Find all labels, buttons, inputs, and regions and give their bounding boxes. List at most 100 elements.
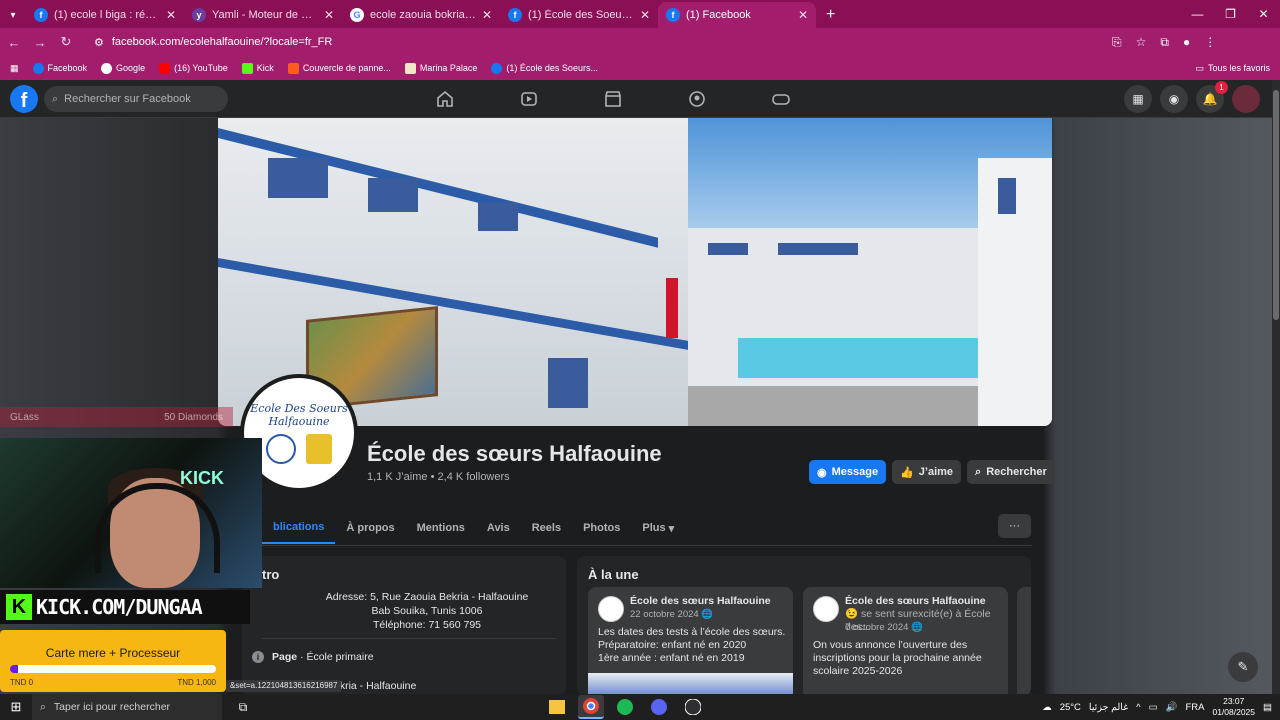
browser-tab[interactable]: G ecole zaouia bokria - Google Se ✕: [342, 2, 500, 28]
close-icon[interactable]: ✕: [640, 8, 650, 22]
messenger-icon[interactable]: ◉: [1160, 85, 1188, 113]
post-date[interactable]: 7 octobre 2024 🌐: [845, 622, 923, 633]
windows-start-icon[interactable]: ⊞: [0, 694, 32, 720]
goal-max: TND 1,000: [177, 678, 216, 687]
intro-location[interactable]: ekria - Halfaouine: [334, 680, 416, 692]
close-icon[interactable]: ✕: [482, 8, 492, 22]
facebook-logo-icon[interactable]: f: [10, 85, 38, 113]
goal-progress-fill: [10, 665, 19, 673]
tab-mentions[interactable]: Mentions: [406, 512, 476, 544]
home-icon[interactable]: [430, 86, 460, 112]
obs-icon[interactable]: [680, 695, 706, 719]
tab-reels[interactable]: Reels: [521, 512, 572, 544]
bookmark-item[interactable]: Couvercle de panne...: [287, 62, 391, 74]
tab-reviews[interactable]: Avis: [476, 512, 521, 544]
close-icon[interactable]: ✕: [798, 8, 808, 22]
profile-icon[interactable]: ●: [1183, 35, 1190, 50]
featured-post[interactable]: École des sœurs Halfaouine 😉 se sent sur…: [803, 587, 1008, 696]
more-options-button[interactable]: ···: [998, 514, 1031, 538]
tab-more[interactable]: Plus ▾: [631, 512, 685, 544]
marketplace-icon[interactable]: [598, 86, 628, 112]
gaming-icon[interactable]: [766, 86, 796, 112]
language-indicator[interactable]: FRA: [1185, 702, 1204, 713]
reload-icon[interactable]: ↻: [54, 30, 78, 54]
like-button[interactable]: 👍 J’aime: [892, 460, 962, 484]
clock[interactable]: 23:07 01/08/2025: [1212, 696, 1255, 718]
browser-tab[interactable]: f (1) École des Soeurs Zaouia Bok ✕: [500, 2, 658, 28]
kick-icon: [241, 62, 253, 74]
video-icon[interactable]: [514, 86, 544, 112]
info-icon: i: [252, 651, 264, 663]
bookmark-item[interactable]: (16) YouTube: [159, 62, 228, 74]
followers-count[interactable]: 2,4 K followers: [438, 471, 510, 483]
menu-icon[interactable]: ⋮: [1204, 35, 1216, 50]
webcam-overlay: KICK: [0, 438, 262, 588]
post-author[interactable]: École des sœurs Halfaouine: [630, 595, 785, 608]
forward-icon[interactable]: →: [28, 30, 52, 54]
close-icon[interactable]: ✕: [324, 8, 334, 22]
install-icon[interactable]: ⎘: [1112, 35, 1122, 50]
avatar[interactable]: [813, 596, 839, 622]
tab-title: (1) ecole l biga : résultats de la r: [54, 9, 160, 21]
bookmark-item[interactable]: Google: [101, 62, 145, 74]
account-avatar[interactable]: [1232, 85, 1260, 113]
close-window-icon[interactable]: ✕: [1247, 0, 1280, 28]
discord-icon[interactable]: [646, 695, 672, 719]
message-button[interactable]: ◉ Message: [809, 460, 887, 484]
browser-tab[interactable]: f (1) ecole l biga : résultats de la r ✕: [26, 2, 184, 28]
avatar[interactable]: [598, 596, 624, 622]
tray-chevron-icon[interactable]: ^: [1136, 702, 1140, 713]
close-icon[interactable]: ✕: [166, 8, 176, 22]
volume-icon[interactable]: 🔊: [1166, 702, 1178, 713]
tab-search-button[interactable]: ▾: [0, 2, 26, 28]
taskbar-search[interactable]: ⌕ Taper ici pour rechercher: [32, 694, 222, 720]
extensions-icon[interactable]: ⧉: [1160, 35, 1169, 50]
bookmark-item[interactable]: (1) École des Soeurs...: [491, 62, 598, 74]
search-input[interactable]: [64, 93, 215, 105]
tab-publications[interactable]: blications: [262, 512, 336, 544]
url-field[interactable]: ⚙ facebook.com/ecolehalfaouine/?locale=f…: [88, 31, 1098, 53]
restore-icon[interactable]: ❐: [1214, 0, 1247, 28]
all-bookmarks[interactable]: ▭ Tous les favoris: [1195, 63, 1270, 74]
site-info-icon[interactable]: ⚙: [94, 36, 104, 49]
facebook-search[interactable]: ⌕: [44, 86, 228, 112]
back-icon[interactable]: ←: [2, 30, 26, 54]
apps-icon[interactable]: ▦: [10, 63, 19, 74]
facebook-icon: [32, 62, 44, 74]
browser-tab-active[interactable]: f (1) Facebook ✕: [658, 2, 816, 28]
tab-about[interactable]: À propos: [335, 512, 405, 544]
search-page-button[interactable]: ⌕ Rechercher: [967, 460, 1055, 484]
likes-count[interactable]: 1,1 K J’aime: [367, 471, 428, 483]
bookmark-item[interactable]: Kick: [241, 62, 274, 74]
weather-temp[interactable]: 25°C: [1060, 702, 1081, 713]
cover-photo[interactable]: [218, 118, 1052, 426]
browser-tab[interactable]: y Yamli - Moteur de Recherche Ar ✕: [184, 2, 342, 28]
tab-photos[interactable]: Photos: [572, 512, 631, 544]
goal-title: Carte mere + Processeur: [45, 646, 181, 660]
scrollbar-thumb[interactable]: [1273, 90, 1279, 320]
groups-icon[interactable]: [682, 86, 712, 112]
menu-grid-icon[interactable]: ▦: [1124, 85, 1152, 113]
bookmark-item[interactable]: Marina Palace: [404, 62, 477, 74]
file-explorer-icon[interactable]: [544, 695, 570, 719]
post-image[interactable]: [588, 673, 793, 696]
compose-message-icon[interactable]: ✎: [1228, 652, 1258, 682]
search-icon: ⌕: [40, 700, 46, 713]
featured-post-partial[interactable]: [1017, 587, 1031, 696]
notification-center-icon[interactable]: ▤: [1263, 702, 1272, 713]
bookmark-item[interactable]: Facebook: [32, 62, 87, 74]
weather-icon[interactable]: ☁: [1042, 702, 1052, 713]
star-icon[interactable]: ☆: [1136, 35, 1147, 50]
youtube-icon: [159, 62, 171, 74]
post-body: On vous annonce l’ouverture des inscript…: [813, 639, 982, 677]
window-controls: — ❐ ✕: [1181, 0, 1280, 28]
new-tab-button[interactable]: +: [826, 2, 835, 28]
task-view-icon[interactable]: ⧉: [232, 696, 254, 718]
notifications-icon[interactable]: 🔔 1: [1196, 81, 1228, 113]
minimize-icon[interactable]: —: [1181, 0, 1214, 28]
network-icon[interactable]: ▭: [1149, 702, 1158, 713]
featured-post[interactable]: École des sœurs Halfaouine 22 octobre 20…: [588, 587, 793, 696]
post-date[interactable]: 22 octobre 2024 🌐: [630, 609, 713, 620]
spotify-icon[interactable]: [612, 695, 638, 719]
chrome-icon[interactable]: [578, 695, 604, 719]
